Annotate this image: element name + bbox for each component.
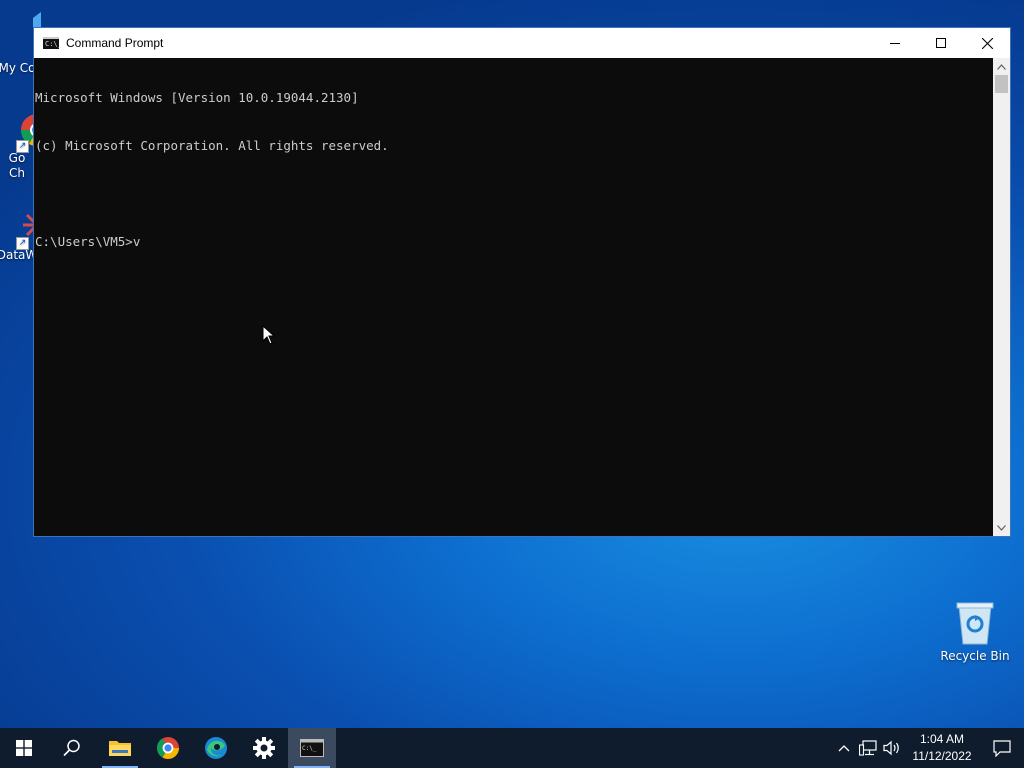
- network-icon: [859, 740, 877, 756]
- terminal-icon: C:\_: [300, 739, 324, 757]
- minimize-button[interactable]: [872, 28, 918, 58]
- app-icon-text: C:\_: [45, 40, 62, 48]
- command-prompt-window[interactable]: C:\_ Command Prompt Microsoft Windows [V…: [33, 27, 1011, 537]
- taskbar-chrome[interactable]: [144, 728, 192, 768]
- taskbar-settings[interactable]: [240, 728, 288, 768]
- taskbar: C:\_ 1:04 AM 11/12/2022: [0, 728, 1024, 768]
- start-button[interactable]: [0, 728, 48, 768]
- shortcut-arrow-icon: ↗: [16, 237, 29, 250]
- action-center-button[interactable]: [980, 728, 1024, 768]
- vertical-scrollbar[interactable]: [993, 58, 1010, 536]
- chevron-up-icon: [997, 63, 1006, 70]
- scroll-down-button[interactable]: [993, 519, 1010, 536]
- recycle-bin-icon: [956, 602, 994, 645]
- console-line: (c) Microsoft Corporation. All rights re…: [35, 138, 389, 153]
- desktop-icon-recycle-bin[interactable]: Recycle Bin: [940, 600, 1010, 664]
- console-line: Microsoft Windows [Version 10.0.19044.21…: [35, 90, 359, 105]
- close-button[interactable]: [964, 28, 1010, 58]
- gear-icon: [253, 737, 275, 759]
- taskbar-clock[interactable]: 1:04 AM 11/12/2022: [904, 731, 980, 765]
- close-icon: [981, 37, 993, 49]
- scroll-thumb[interactable]: [995, 75, 1008, 93]
- window-title: Command Prompt: [66, 36, 164, 50]
- search-icon: [63, 739, 80, 757]
- maximize-icon: [936, 38, 946, 48]
- command-prompt-app-icon: C:\_: [43, 37, 62, 49]
- taskbar-file-explorer[interactable]: [96, 728, 144, 768]
- chrome-icon: [157, 737, 179, 759]
- search-button[interactable]: [48, 728, 96, 768]
- mouse-cursor-icon: [262, 325, 276, 345]
- system-tray: 1:04 AM 11/12/2022: [832, 728, 1024, 768]
- network-button[interactable]: [856, 728, 880, 768]
- desktop-icon-label: Recycle Bin: [940, 649, 1010, 663]
- chevron-down-icon: [997, 524, 1006, 531]
- volume-icon: [883, 740, 899, 756]
- folder-icon: [109, 741, 131, 756]
- window-titlebar[interactable]: C:\_ Command Prompt: [34, 28, 1010, 58]
- clock-date: 11/12/2022: [912, 749, 972, 763]
- console-prompt-line: C:\Users\VM5>v: [35, 234, 141, 249]
- chevron-up-icon: [838, 745, 850, 752]
- taskbar-edge[interactable]: [192, 728, 240, 768]
- console-output[interactable]: Microsoft Windows [Version 10.0.19044.21…: [34, 58, 993, 536]
- window-controls: [872, 28, 1010, 58]
- clock-time: 1:04 AM: [919, 732, 965, 746]
- edge-icon: [205, 737, 227, 759]
- windows-logo-icon: [16, 740, 32, 756]
- volume-button[interactable]: [880, 728, 904, 768]
- show-hidden-icons-button[interactable]: [832, 728, 856, 768]
- maximize-button[interactable]: [918, 28, 964, 58]
- notification-icon: [993, 739, 1011, 757]
- scroll-up-button[interactable]: [993, 58, 1010, 75]
- minimize-icon: [890, 43, 900, 44]
- shortcut-arrow-icon: ↗: [16, 140, 29, 153]
- svg-text:C:\_: C:\_: [302, 745, 317, 752]
- taskbar-command-prompt[interactable]: C:\_: [288, 728, 336, 768]
